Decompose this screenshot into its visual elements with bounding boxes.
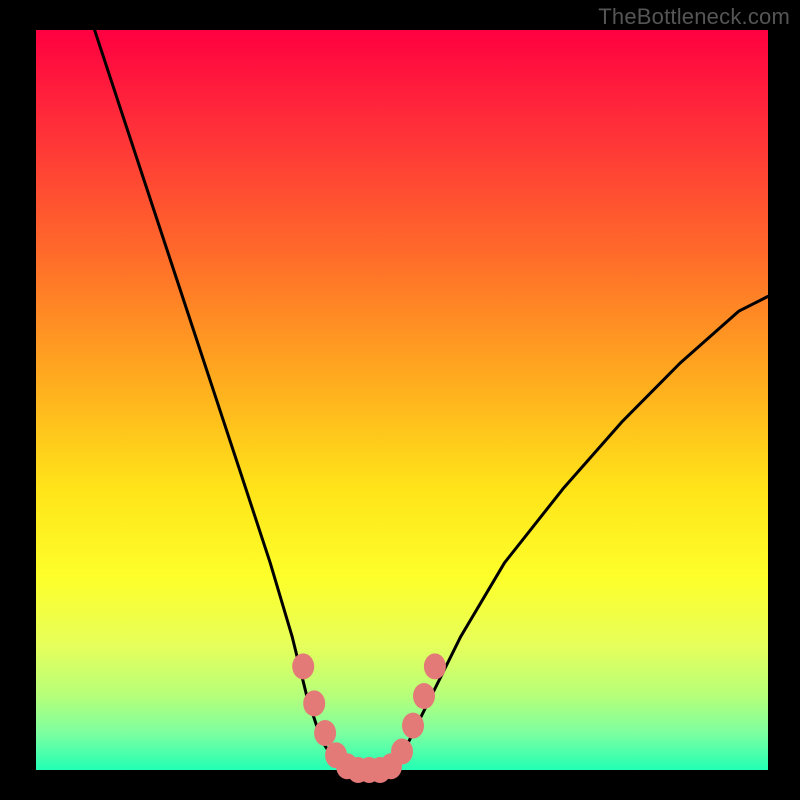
curve-marker bbox=[402, 713, 424, 739]
curve-marker bbox=[303, 690, 325, 716]
chart-frame: TheBottleneck.com bbox=[0, 0, 800, 800]
curve-marker bbox=[413, 683, 435, 709]
curve-marker bbox=[391, 739, 413, 765]
curve-marker bbox=[424, 653, 446, 679]
curve-marker bbox=[292, 653, 314, 679]
heat-gradient-bg bbox=[36, 30, 768, 770]
watermark-label: TheBottleneck.com bbox=[598, 4, 790, 30]
bottleneck-curve-chart bbox=[0, 0, 800, 800]
curve-marker bbox=[314, 720, 336, 746]
